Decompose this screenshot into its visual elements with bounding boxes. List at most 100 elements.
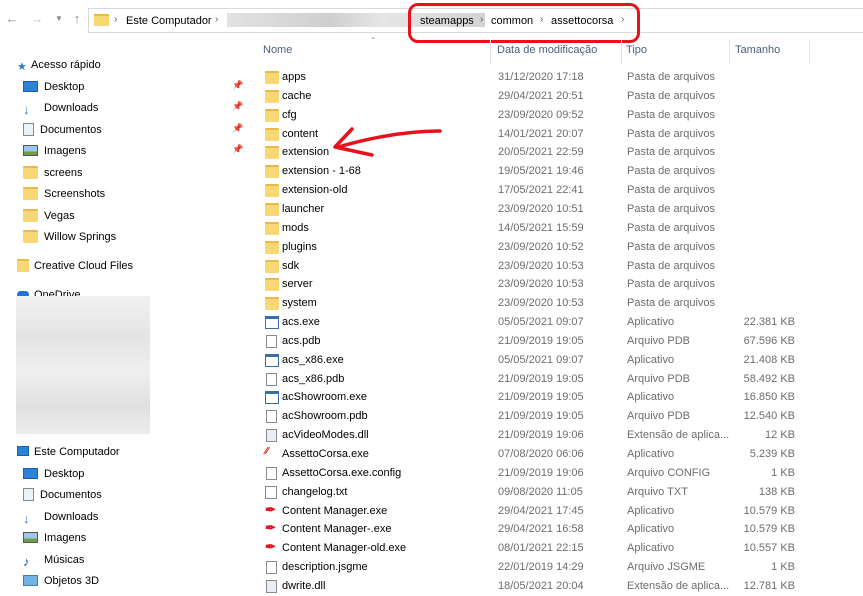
nav-pc-item[interactable]: Desktop xyxy=(23,465,84,483)
file-size: 10.579 KB xyxy=(743,504,795,517)
column-header-size[interactable]: Tamanho xyxy=(735,44,780,56)
file-name: changelog.txt xyxy=(282,485,348,498)
nav-pc-item[interactable]: Documentos xyxy=(23,486,102,504)
column-divider[interactable] xyxy=(490,40,491,64)
file-icon xyxy=(266,561,277,575)
file-row[interactable]: extension-old 17/05/2021 22:41 Pasta de ar… xyxy=(248,181,863,200)
nav-quick-item[interactable]: screens xyxy=(23,164,83,182)
pin-icon[interactable]: 📌 xyxy=(232,101,243,112)
back-arrow-icon[interactable]: ← xyxy=(4,11,20,27)
file-row[interactable]: acShowroom.exe 21/09/2019 19:05 Aplicativo… xyxy=(248,388,863,407)
nav-quick-item[interactable]: Willow Springs xyxy=(23,228,116,246)
document-icon xyxy=(23,487,34,501)
nav-quick-item[interactable]: ↓ Downloads xyxy=(23,99,98,117)
nav-quick-item[interactable]: Screenshots xyxy=(23,185,105,203)
file-type: Pasta de arquivos xyxy=(627,278,716,291)
file-size: 58.492 KB xyxy=(743,372,795,385)
file-icon xyxy=(266,466,277,480)
file-row[interactable]: ∕∕ AssettoCorsa.exe 07/08/2020 06:06 Aplica… xyxy=(248,445,863,464)
file-row[interactable]: acs.pdb 21/09/2019 19:05 Arquivo PDB 67.596… xyxy=(248,332,863,351)
file-row[interactable]: dwrite.dll 18/05/2021 20:04 Extensão de ap… xyxy=(248,577,863,596)
pin-icon[interactable]: 📌 xyxy=(232,123,243,134)
file-row[interactable]: acShowroom.pdb 21/09/2019 19:05 Arquivo PD… xyxy=(248,407,863,426)
folder-icon xyxy=(23,229,38,243)
file-size: 1 KB xyxy=(771,466,795,479)
file-type: Pasta de arquivos xyxy=(627,71,716,83)
file-size: 12.540 KB xyxy=(743,410,795,423)
file-row[interactable]: ✒ Content Manager-.exe 29/04/2021 16:58 Apl… xyxy=(248,520,863,539)
file-type: Pasta de arquivos xyxy=(627,108,716,121)
file-row[interactable]: description.jsgme 22/01/2019 14:29 Arquivo… xyxy=(248,558,863,577)
3d-objects-icon xyxy=(23,574,38,586)
nav-label: Desktop xyxy=(44,468,85,480)
file-icon xyxy=(266,410,277,424)
nav-quick-item[interactable]: Vegas xyxy=(23,207,75,225)
exe-icon xyxy=(265,391,279,405)
file-row[interactable]: acs.exe 05/05/2021 09:07 Aplicativo 22.381 … xyxy=(248,313,863,332)
file-row[interactable]: cache 29/04/2021 20:51 Pasta de arquivos xyxy=(248,87,863,106)
file-size: 1 KB xyxy=(771,561,795,574)
dll-icon xyxy=(266,579,277,593)
folder-icon xyxy=(265,127,279,141)
file-row[interactable]: system 23/09/2020 10:53 Pasta de arquivos xyxy=(248,294,863,313)
file-type: Extensão de aplica... xyxy=(627,429,730,442)
annotation-arrow xyxy=(333,127,442,157)
file-type: Pasta de arquivos xyxy=(627,259,716,272)
file-row[interactable]: acs_x86.exe 05/05/2021 09:07 Aplicativo 21.… xyxy=(248,351,863,370)
forward-arrow-icon[interactable]: → xyxy=(29,11,45,27)
folder-icon xyxy=(23,186,38,200)
file-row[interactable]: plugins 23/09/2020 10:52 Pasta de arquivos xyxy=(248,238,863,257)
file-row[interactable]: server 23/09/2020 10:53 Pasta de arquivos xyxy=(248,275,863,294)
nav-quick-item[interactable]: Imagens xyxy=(23,142,86,160)
file-row[interactable]: AssettoCorsa.exe.config 21/09/2019 19:06 A… xyxy=(248,464,863,483)
file-name: server xyxy=(282,278,313,291)
nav-label: Documentos xyxy=(40,489,102,501)
nav-creative-cloud[interactable]: Creative Cloud Files xyxy=(17,257,133,275)
column-header-date[interactable]: Data de modificação xyxy=(497,44,597,56)
column-divider[interactable] xyxy=(729,40,730,64)
file-date: 29/04/2021 20:51 xyxy=(498,89,584,102)
file-row[interactable]: launcher 23/09/2020 10:51 Pasta de arquivo… xyxy=(248,200,863,219)
nav-pc-item[interactable]: Objetos 3D xyxy=(23,572,99,590)
column-divider[interactable] xyxy=(621,40,622,64)
column-header-type[interactable]: Tipo xyxy=(626,44,647,56)
file-name: cache xyxy=(282,89,312,102)
column-header-name[interactable]: Nome xyxy=(263,44,292,56)
annotation-highlight xyxy=(408,3,640,43)
up-arrow-icon[interactable]: ↑ xyxy=(69,11,85,27)
pin-icon[interactable]: 📌 xyxy=(232,80,243,91)
file-name: acs_x86.exe xyxy=(282,353,344,366)
pin-icon[interactable]: 📌 xyxy=(232,144,243,155)
nav-pc-item[interactable]: ↓ Downloads xyxy=(23,508,98,526)
file-row[interactable]: mods 14/05/2021 15:59 Pasta de arquivos xyxy=(248,219,863,238)
file-row[interactable]: ✒ Content Manager-old.exe 08/01/2021 22:15… xyxy=(248,539,863,558)
file-row[interactable]: acs_x86.pdb 21/09/2019 19:05 Arquivo PDB 58… xyxy=(248,370,863,389)
nav-quick-access[interactable]: ★ Acesso rápido xyxy=(17,56,101,74)
file-size: 5.239 KB xyxy=(749,448,795,460)
nav-label: Acesso rápido xyxy=(31,59,101,71)
nav-label: Imagens xyxy=(44,145,87,157)
file-date: 14/01/2021 20:07 xyxy=(498,127,584,140)
file-row[interactable]: apps 31/12/2020 17:18 Pasta de arquivos xyxy=(248,68,863,87)
file-row[interactable]: acVideoModes.dll 21/09/2019 19:06 Extensão… xyxy=(248,426,863,445)
nav-pc-item[interactable]: ♪ Músicas xyxy=(23,551,84,569)
file-row[interactable]: changelog.txt 09/08/2020 11:05 Arquivo TXT… xyxy=(248,483,863,502)
recent-locations-chevron-icon[interactable]: ▼ xyxy=(51,11,67,27)
column-divider[interactable] xyxy=(809,40,810,64)
nav-label: Desktop xyxy=(44,81,85,93)
file-row[interactable]: sdk 23/09/2020 10:53 Pasta de arquivos xyxy=(248,257,863,276)
file-list: ⌃ Nome Data de modificação Tipo Tamanho … xyxy=(248,36,863,593)
nav-pc-item[interactable]: Imagens xyxy=(23,529,86,547)
desktop-icon xyxy=(23,80,38,92)
file-type: Aplicativo xyxy=(627,523,675,536)
file-row[interactable]: ✒ Content Manager.exe 29/04/2021 17:45 Apli… xyxy=(248,502,863,521)
breadcrumb-item[interactable]: Este Computador xyxy=(126,15,212,27)
nav-quick-item[interactable]: Desktop xyxy=(23,78,84,96)
file-name: content xyxy=(282,127,319,140)
file-type: Aplicativo xyxy=(627,353,675,366)
nav-this-pc[interactable]: Este Computador xyxy=(17,443,120,461)
file-row[interactable]: cfg 23/09/2020 09:52 Pasta de arquivos xyxy=(248,106,863,125)
file-type: Arquivo TXT xyxy=(627,485,688,498)
nav-quick-item[interactable]: Documentos xyxy=(23,121,102,139)
folder-icon xyxy=(23,165,38,179)
